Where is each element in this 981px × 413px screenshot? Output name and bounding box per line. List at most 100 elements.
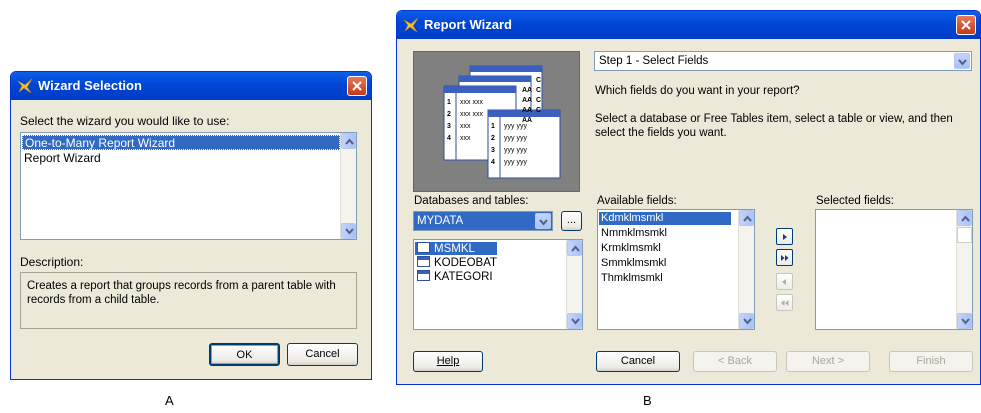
- illustration-row-text: xxx: [460, 135, 471, 142]
- caption-b: B: [643, 393, 652, 408]
- illustration-label: AA: [522, 97, 532, 104]
- database-select[interactable]: MYDATA: [413, 211, 553, 231]
- scroll-up-button[interactable]: [567, 240, 582, 256]
- available-fields-label: Available fields:: [597, 195, 677, 207]
- table-icon: [417, 256, 430, 267]
- add-all-fields-button[interactable]: [776, 249, 793, 266]
- add-field-button[interactable]: [776, 228, 793, 245]
- scroll-down-button[interactable]: [341, 223, 356, 239]
- wizard-list-scrollbar[interactable]: [340, 133, 356, 239]
- illustration-label: AA: [522, 107, 532, 114]
- title-bar[interactable]: Wizard Selection: [11, 72, 371, 100]
- scroll-up-button[interactable]: [957, 210, 972, 226]
- illustration-row-number: 3: [491, 147, 495, 154]
- selected-fields-label: Selected fields:: [816, 195, 894, 207]
- selected-fields-list[interactable]: [815, 209, 973, 330]
- arrow-left-icon: [782, 279, 786, 285]
- database-select-value: MYDATA: [417, 215, 464, 227]
- description-text: Creates a report that groups records fro…: [27, 280, 336, 306]
- chevron-down-icon: [743, 318, 752, 325]
- illustration-label: AA: [522, 87, 532, 94]
- list-item[interactable]: Krmklmsmkl: [599, 242, 731, 255]
- help-label: Help: [436, 355, 460, 367]
- illustration-label: C: [536, 97, 541, 104]
- table-icon: [417, 242, 430, 253]
- scroll-up-button[interactable]: [341, 133, 356, 149]
- illustration-row-text: yyy yyy: [504, 147, 527, 154]
- chevron-up-icon: [345, 138, 354, 145]
- double-arrow-left-icon: [781, 300, 789, 306]
- list-item[interactable]: Smmklmsmkl: [599, 257, 731, 270]
- chevron-down-icon: [961, 318, 970, 325]
- illustration-row-text: xxx: [460, 123, 471, 130]
- description-label: Description:: [20, 255, 84, 269]
- illustration-row-text: xxx xxx: [460, 99, 483, 106]
- selected-fields-scrollbar[interactable]: [956, 210, 972, 329]
- caption-a: A: [165, 393, 174, 408]
- report-wizard-dialog: Report Wizard C C C C AA AA AA AA 1 xxx xxx 2 xxx x…: [396, 10, 981, 385]
- illustration-row-number: 1: [491, 123, 495, 130]
- step-dropdown-button[interactable]: [954, 53, 970, 69]
- remove-all-fields-button[interactable]: [776, 294, 793, 311]
- list-item[interactable]: KODEOBAT: [415, 256, 537, 269]
- list-item[interactable]: MSMKL: [415, 242, 497, 255]
- illustration-row-number: 2: [491, 135, 495, 142]
- step-question: Which fields do you want in your report?: [595, 85, 800, 97]
- cancel-button[interactable]: Cancel: [287, 343, 358, 366]
- wizard-selection-dialog: Wizard Selection Select the wizard you w…: [10, 71, 372, 380]
- tables-scrollbar[interactable]: [566, 240, 582, 329]
- close-icon: [352, 81, 362, 91]
- back-button[interactable]: < Back: [693, 351, 777, 372]
- table-name: KATEGORI: [434, 271, 493, 283]
- table-name: KODEOBAT: [434, 257, 498, 269]
- arrow-right-icon: [783, 234, 787, 240]
- step-select[interactable]: Step 1 - Select Fields: [594, 51, 972, 71]
- table-icon: [417, 270, 430, 281]
- scroll-down-button[interactable]: [957, 313, 972, 329]
- list-item[interactable]: Report Wizard: [22, 151, 342, 166]
- illustration-row-number: 4: [491, 159, 495, 166]
- scroll-down-button[interactable]: [739, 313, 754, 329]
- browse-button[interactable]: ...: [561, 211, 582, 231]
- help-button[interactable]: Help: [413, 351, 483, 372]
- chevron-down-icon: [539, 219, 548, 226]
- list-item[interactable]: Nmmklmsmkl: [599, 227, 731, 240]
- finish-button[interactable]: Finish: [889, 351, 973, 372]
- chevron-up-icon: [571, 245, 580, 252]
- title-bar[interactable]: Report Wizard: [397, 11, 980, 39]
- step-select-value: Step 1 - Select Fields: [599, 55, 709, 67]
- illustration-label: C: [536, 77, 541, 84]
- chevron-up-icon: [961, 215, 970, 222]
- illustration-label: C: [536, 107, 541, 114]
- wizard-list[interactable]: One-to-Many Report Wizard Report Wizard: [20, 132, 357, 240]
- tables-list[interactable]: MSMKL KODEOBAT KATEGORI: [413, 239, 583, 330]
- chevron-up-icon: [743, 215, 752, 222]
- illustration-row-text: xxx xxx: [460, 111, 483, 118]
- double-arrow-right-icon: [781, 255, 789, 261]
- database-dropdown-button[interactable]: [535, 213, 551, 229]
- close-button[interactable]: [347, 76, 367, 96]
- chevron-down-icon: [958, 59, 967, 66]
- available-fields-scrollbar[interactable]: [738, 210, 754, 329]
- illustration-row-text: yyy yyy: [504, 123, 527, 130]
- description-box: Creates a report that groups records fro…: [20, 272, 357, 329]
- wizard-wand-icon: [17, 78, 33, 94]
- scroll-thumb[interactable]: [957, 227, 972, 243]
- chevron-down-icon: [571, 318, 580, 325]
- wizard-prompt: Select the wizard you would like to use:: [20, 114, 230, 128]
- illustration-row-number: 3: [447, 123, 451, 130]
- illustration-row-text: yyy yyy: [504, 159, 527, 166]
- ok-button[interactable]: OK: [209, 343, 280, 366]
- scroll-down-button[interactable]: [567, 313, 582, 329]
- cancel-button[interactable]: Cancel: [596, 351, 680, 372]
- list-item[interactable]: Thmklmsmkl: [599, 272, 731, 285]
- next-button[interactable]: Next >: [786, 351, 870, 372]
- list-item[interactable]: KATEGORI: [415, 270, 537, 283]
- remove-field-button[interactable]: [776, 273, 793, 290]
- illustration-row-number: 2: [447, 111, 451, 118]
- list-item[interactable]: Kdmklmsmkl: [599, 212, 731, 225]
- available-fields-list[interactable]: Kdmklmsmkl Nmmklmsmkl Krmklmsmkl Smmklms…: [597, 209, 755, 330]
- close-button[interactable]: [956, 15, 976, 35]
- list-item[interactable]: One-to-Many Report Wizard: [22, 135, 340, 150]
- scroll-up-button[interactable]: [739, 210, 754, 226]
